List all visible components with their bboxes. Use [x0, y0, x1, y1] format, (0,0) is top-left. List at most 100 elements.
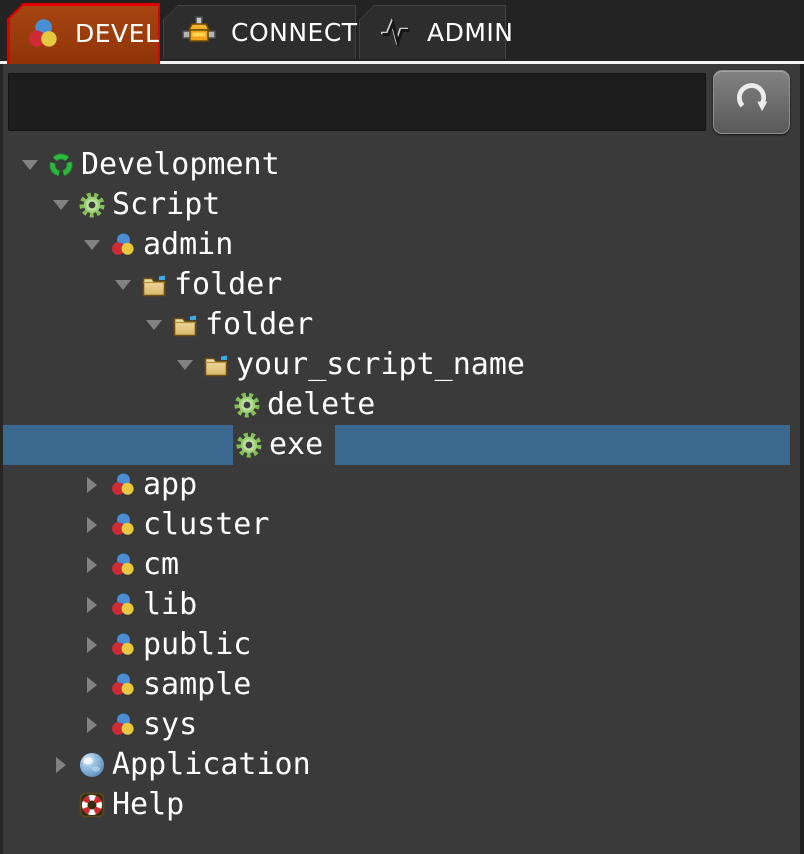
circles-icon — [109, 551, 137, 579]
expander-expanded-icon[interactable] — [137, 305, 171, 345]
tree-item-public[interactable]: public — [3, 625, 790, 665]
tree-item-label: Help — [112, 785, 184, 825]
tree-item-label: delete — [267, 385, 375, 425]
expander-expanded-icon[interactable] — [44, 185, 78, 225]
tree-item-cell: sample — [109, 665, 263, 705]
tree-item-cell: app — [109, 465, 209, 505]
application-window: DEVEL CONNECT — [0, 0, 804, 854]
gear-icon — [235, 431, 263, 459]
tree-item-label: folder — [205, 305, 313, 345]
tree-item-application[interactable]: Application — [3, 745, 790, 785]
tree-item-exe[interactable]: exe — [3, 425, 790, 465]
globe-icon — [78, 751, 106, 779]
tree-item-sample[interactable]: sample — [3, 665, 790, 705]
lifebuoy-icon — [78, 791, 106, 819]
tree-item-label: folder — [174, 265, 282, 305]
tree-item-label: public — [143, 625, 251, 665]
palette-circles-icon — [25, 16, 61, 52]
tree-item-cell: exe — [233, 425, 335, 465]
circles-icon — [109, 231, 137, 259]
expander-collapsed-icon[interactable] — [75, 585, 109, 625]
tree-item-label: Development — [81, 145, 280, 185]
expander-spacer — [199, 425, 233, 465]
tab-bar: DEVEL CONNECT — [0, 0, 804, 64]
tab-connect-label: CONNECT — [231, 18, 358, 47]
network-hub-icon — [181, 14, 217, 50]
filter-input[interactable] — [8, 73, 706, 131]
refresh-button[interactable] — [713, 70, 790, 134]
recycle-icon — [47, 151, 75, 179]
expander-collapsed-icon[interactable] — [75, 505, 109, 545]
expander-collapsed-icon[interactable] — [44, 745, 78, 785]
circles-icon — [109, 511, 137, 539]
expander-spacer — [44, 785, 78, 825]
tree-item-sys[interactable]: sys — [3, 705, 790, 745]
refresh-icon — [733, 81, 771, 123]
tree-item-admin[interactable]: admin — [3, 225, 790, 265]
file-tree: Development Script admin folder folder y… — [3, 145, 800, 825]
tree-item-cell: folder — [171, 305, 325, 345]
expander-expanded-icon[interactable] — [13, 145, 47, 185]
tree-item-label: app — [143, 465, 197, 505]
toolbar — [3, 64, 800, 133]
circles-icon — [109, 591, 137, 619]
tree-item-cell: sys — [109, 705, 209, 745]
tree-item-label: sys — [143, 705, 197, 745]
tree-item-lib[interactable]: lib — [3, 585, 790, 625]
tree-item-cm[interactable]: cm — [3, 545, 790, 585]
circles-icon — [109, 631, 137, 659]
circles-icon — [109, 671, 137, 699]
tree-item-help[interactable]: Help — [3, 785, 790, 825]
tree-item-cell: Application — [78, 745, 323, 785]
tree-item-delete[interactable]: delete — [3, 385, 790, 425]
tree-item-label: admin — [143, 225, 233, 265]
tree-item-label: cluster — [143, 505, 269, 545]
expander-expanded-icon[interactable] — [168, 345, 202, 385]
tree-item-folder[interactable]: folder — [3, 305, 790, 345]
circles-icon — [109, 471, 137, 499]
tree-item-cell: Development — [47, 145, 292, 185]
tree-item-label: sample — [143, 665, 251, 705]
folder-icon — [140, 271, 168, 299]
expander-collapsed-icon[interactable] — [75, 665, 109, 705]
tree-item-app[interactable]: app — [3, 465, 790, 505]
tree-item-label: cm — [143, 545, 179, 585]
tab-connect[interactable]: CONNECT — [163, 5, 356, 59]
tree-item-cell: admin — [109, 225, 245, 265]
tree-item-cell: Help — [78, 785, 196, 825]
tree-item-cluster[interactable]: cluster — [3, 505, 790, 545]
gear-icon — [78, 191, 106, 219]
expander-expanded-icon[interactable] — [75, 225, 109, 265]
tree-item-cell: lib — [109, 585, 209, 625]
tree-item-cell: cluster — [109, 505, 281, 545]
tree-item-cell: cm — [109, 545, 191, 585]
tree-item-folder[interactable]: folder — [3, 265, 790, 305]
expander-collapsed-icon[interactable] — [75, 625, 109, 665]
expander-spacer — [199, 385, 233, 425]
tree-item-cell: your_script_name — [202, 345, 537, 385]
tree-item-label: exe — [269, 425, 323, 465]
circles-icon — [109, 711, 137, 739]
pulse-icon — [377, 14, 413, 50]
tree-item-label: Application — [112, 745, 311, 785]
tree-item-cell: delete — [233, 385, 387, 425]
folder-icon — [171, 311, 199, 339]
devel-panel: Development Script admin folder folder y… — [0, 64, 804, 854]
expander-collapsed-icon[interactable] — [75, 705, 109, 745]
tab-devel[interactable]: DEVEL — [7, 3, 160, 64]
tree-item-cell: public — [109, 625, 263, 665]
tree-item-cell: folder — [140, 265, 294, 305]
expander-expanded-icon[interactable] — [106, 265, 140, 305]
gear-icon — [233, 391, 261, 419]
tab-admin-label: ADMIN — [427, 18, 514, 47]
tab-admin[interactable]: ADMIN — [359, 5, 506, 59]
tree-item-label: your_script_name — [236, 345, 525, 385]
tree-item-script[interactable]: Script — [3, 185, 790, 225]
expander-collapsed-icon[interactable] — [75, 545, 109, 585]
expander-collapsed-icon[interactable] — [75, 465, 109, 505]
tree-item-label: Script — [112, 185, 220, 225]
folder-icon — [202, 351, 230, 379]
tree-item-your-script-name[interactable]: your_script_name — [3, 345, 790, 385]
tree-item-development[interactable]: Development — [3, 145, 790, 185]
tree-item-cell: Script — [78, 185, 232, 225]
